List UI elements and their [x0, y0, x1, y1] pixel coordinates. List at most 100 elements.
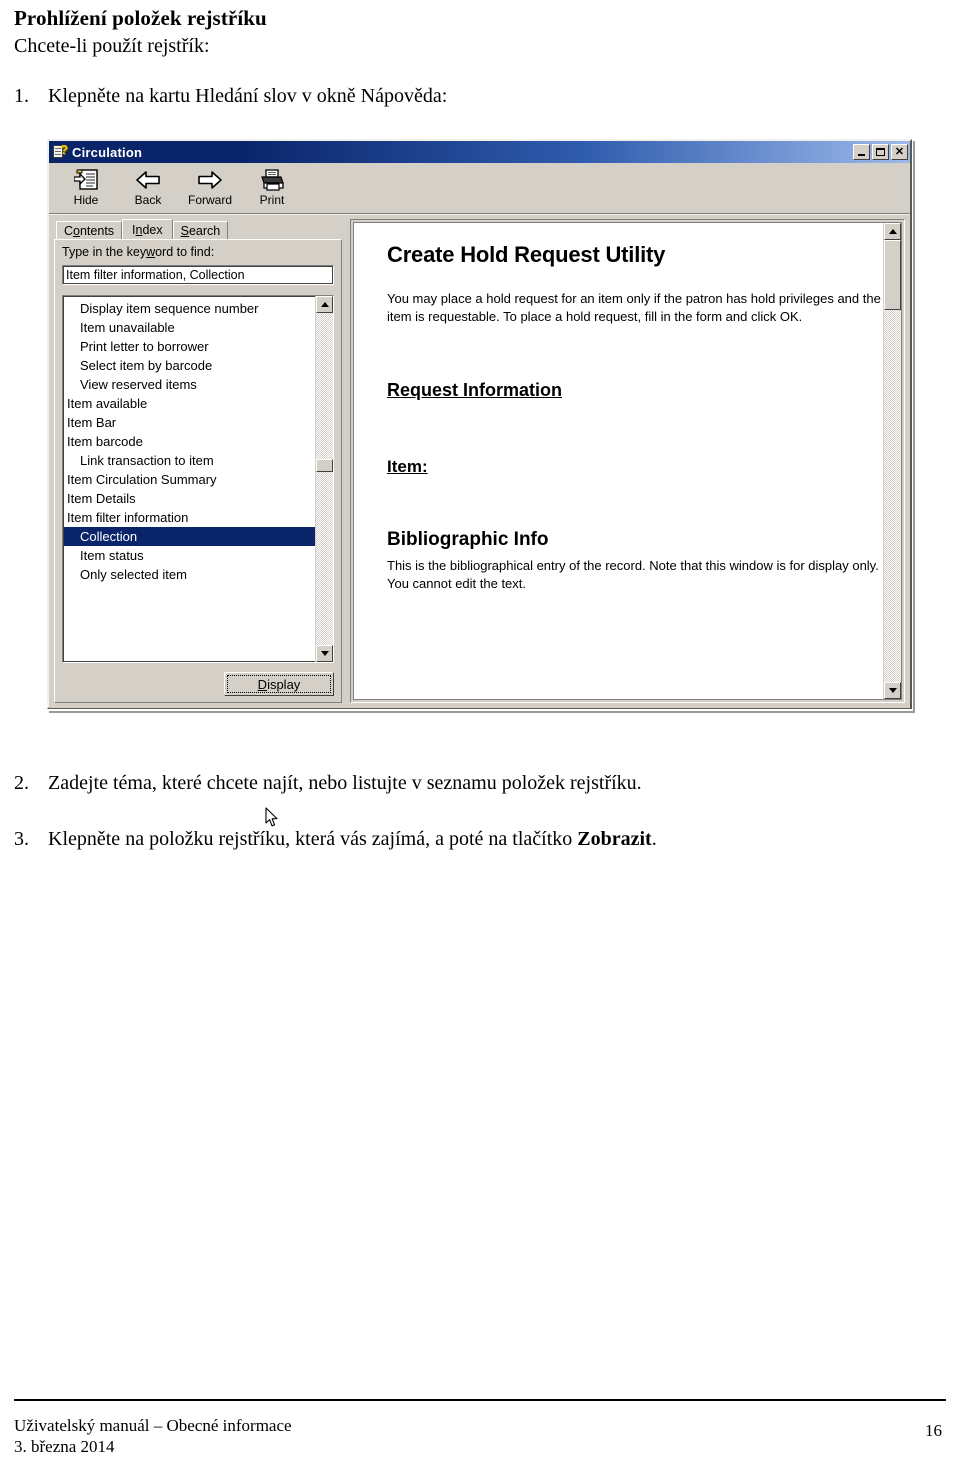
scroll-down-arrow[interactable] [316, 645, 333, 662]
list-item-selected[interactable]: Collection [63, 527, 315, 546]
nav-tabstrip: Co ntents In dex Search [54, 219, 342, 239]
scroll-up-arrow[interactable] [316, 296, 333, 313]
close-button[interactable]: ✕ [891, 144, 908, 160]
nav-button-row: Display [62, 663, 334, 696]
list-item[interactable]: Item Details [63, 489, 315, 508]
page-number: 16 [925, 1421, 942, 1440]
list-item[interactable]: Display item sequence number [63, 299, 315, 318]
keyword-input-value: Item filter information, Collection [66, 268, 245, 282]
mouse-cursor [265, 807, 279, 828]
section-heading-item: Item: [387, 457, 428, 476]
step-3: 3. Klepněte na položku rejstříku, která v… [14, 828, 657, 851]
content-scrollbar[interactable] [883, 223, 901, 699]
list-item[interactable]: Item barcode [63, 432, 315, 451]
index-tab-panel: Type in the keyword to find: Item filter… [54, 239, 342, 703]
list-item-partial[interactable] [63, 584, 315, 591]
keyword-label-pre: Type in the key [62, 245, 147, 259]
help-topic-body: Create Hold Request Utility You may plac… [354, 223, 883, 699]
list-item[interactable]: Item filter information [63, 508, 315, 527]
tab-index[interactable]: In dex [122, 219, 173, 239]
tab-contents-accel: o [73, 223, 80, 238]
scroll-up-arrow[interactable] [884, 223, 901, 240]
step-3-number: 3. [14, 828, 29, 850]
keyword-input[interactable]: Item filter information, Collection [62, 265, 334, 285]
tab-search-accel: S [180, 223, 189, 238]
tab-index-accel: n [135, 222, 143, 237]
arrow-left-icon [135, 167, 161, 192]
page-subtitle: Chcete-li použít rejstřík: [14, 35, 210, 57]
tab-index-label-post: dex [142, 222, 163, 237]
scroll-down-arrow[interactable] [884, 682, 901, 699]
step-1: 1. Klepněte na kartu Hledání slov v okně … [14, 85, 447, 108]
content-pane: Create Hold Request Utility You may plac… [350, 219, 905, 703]
window-shadow-right [913, 141, 915, 713]
list-item[interactable]: View reserved items [63, 375, 315, 394]
step-3-text-post: . [651, 828, 657, 850]
scrollbar-track[interactable] [884, 240, 901, 682]
section-heading-bibliographic-info: Bibliographic Info [387, 529, 549, 550]
toolbar-label-back: Back [134, 193, 162, 207]
step-2-number: 2. [14, 772, 29, 794]
index-listbox[interactable]: Display item sequence number Item unavai… [62, 295, 334, 663]
footer-text: Uživatelský manuál – Obecné informace 3.… [14, 1415, 292, 1457]
navigation-pane: Co ntents In dex Search Type in the keywor… [54, 219, 342, 827]
page-title: Prohlížení položek rejstříku [14, 6, 267, 30]
list-item[interactable]: Select item by barcode [63, 356, 315, 375]
toolbar-button-hide[interactable]: Hide [55, 166, 117, 207]
scrollbar-thumb[interactable] [316, 459, 333, 473]
step-3-text-pre: Klepněte na položku rejstříku, která vás… [48, 828, 578, 850]
list-item[interactable]: Item status [63, 546, 315, 565]
display-button-accel: D [257, 676, 268, 692]
tab-search[interactable]: Search [172, 221, 229, 239]
list-item[interactable]: Item Bar [63, 413, 315, 432]
step-1-text: Klepněte na kartu Hledání slov v okně Ná… [48, 85, 448, 107]
maximize-button[interactable] [872, 144, 889, 160]
toolbar-label-forward: Forward [187, 193, 232, 207]
topic-intro-paragraph: You may place a hold request for an item… [387, 291, 881, 324]
keyword-label-accel: w [146, 245, 156, 259]
topic-heading: Create Hold Request Utility [387, 242, 666, 267]
toolbar-button-print[interactable]: Print [241, 166, 303, 207]
toolbar-label-hide: Hide [73, 193, 99, 207]
scrollbar-thumb[interactable] [884, 240, 901, 310]
step-1-number: 1. [14, 85, 29, 107]
minimize-button[interactable] [853, 144, 870, 160]
toolbar-button-back[interactable]: Back [117, 166, 179, 207]
window-controls: ✕ [853, 144, 908, 160]
footer-line-1: Uživatelský manuál – Obecné informace [14, 1416, 292, 1435]
tab-contents-label-pre: C [64, 223, 74, 238]
footer-line-2: 3. března 2014 [14, 1437, 115, 1456]
list-item[interactable]: Item available [63, 394, 315, 413]
footer-divider [14, 1399, 946, 1401]
tab-contents[interactable]: Co ntents [56, 221, 123, 239]
index-listbox-scrollbar[interactable] [315, 296, 333, 662]
list-item[interactable]: Item Circulation Summary [63, 470, 315, 489]
bibliographic-paragraph: This is the bibliographical entry of the… [387, 558, 879, 591]
list-item[interactable]: Only selected item [63, 565, 315, 584]
help-window: ? Circulation ✕ Hide Back Forward Print … [47, 139, 912, 827]
step-2: 2. Zadejte téma, které chcete najít, nebo… [14, 772, 642, 795]
toolbar-button-forward[interactable]: Forward [179, 166, 241, 207]
display-button[interactable]: Display [224, 672, 334, 696]
step-2-text: Zadejte téma, které chcete najít, nebo l… [48, 772, 642, 794]
list-item[interactable]: Item unavailable [63, 318, 315, 337]
content-html-frame: Create Hold Request Utility You may plac… [353, 222, 902, 700]
help-toolbar: Hide Back Forward Print [49, 163, 910, 215]
tab-contents-label-post: ntents [79, 223, 115, 238]
tab-search-label-post: earch [188, 223, 221, 238]
step-3-text-bold: Zobrazit [577, 828, 652, 850]
window-titlebar[interactable]: ? Circulation ✕ [49, 141, 910, 163]
keyword-label-post: ord to find: [155, 245, 215, 259]
window-shadow-bottom [49, 711, 914, 713]
list-item[interactable]: Link transaction to item [63, 451, 315, 470]
hide-pane-icon [74, 167, 98, 192]
section-heading-request-information: Request Information [387, 380, 563, 400]
window-title: Circulation [72, 144, 143, 160]
list-item[interactable]: Print letter to borrower [63, 337, 315, 356]
arrow-right-icon [197, 167, 223, 192]
help-document-icon: ? [52, 143, 68, 160]
window-body: Co ntents In dex Search Type in the keywor… [49, 215, 910, 827]
keyword-label: Type in the keyword to find: [62, 245, 334, 259]
scrollbar-track[interactable] [316, 313, 333, 645]
printer-icon [259, 167, 285, 192]
